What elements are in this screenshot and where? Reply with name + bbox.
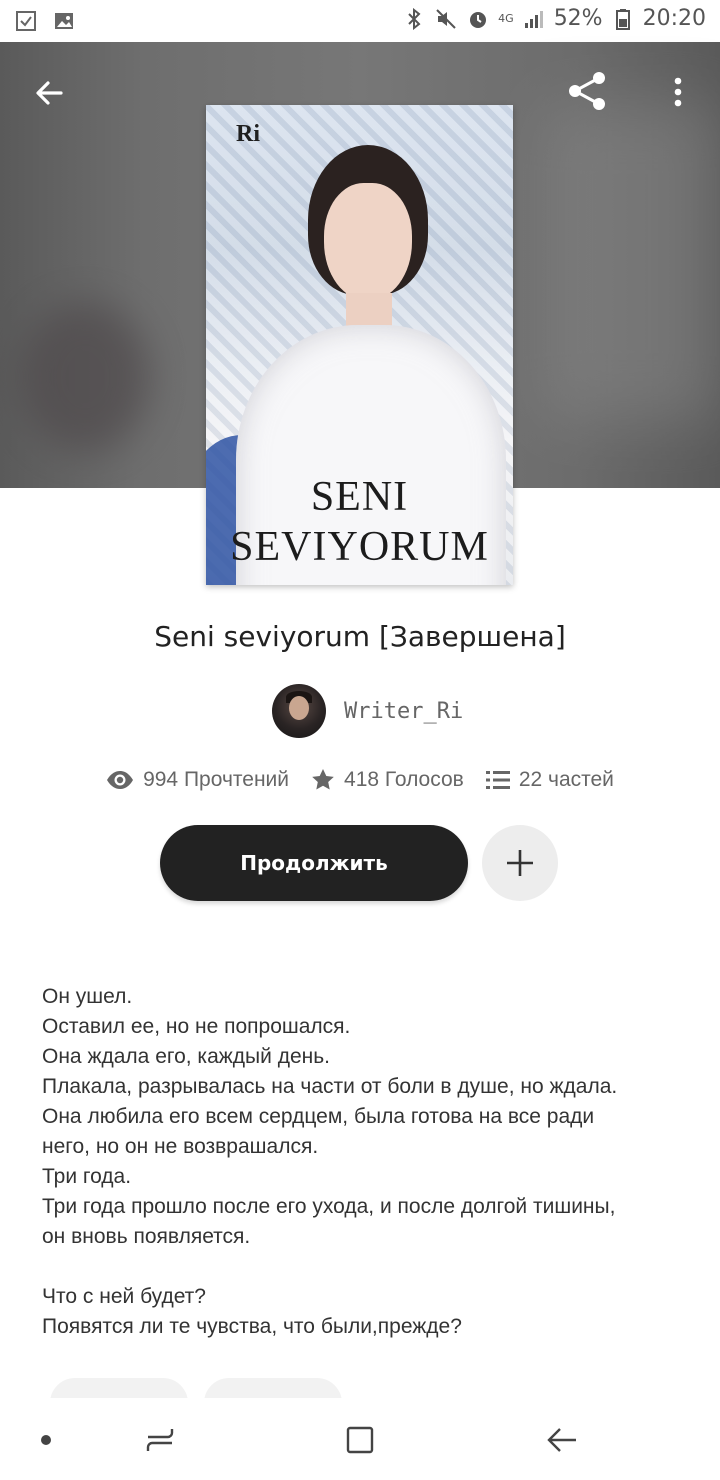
bluetooth-icon xyxy=(402,7,426,31)
description-line: Что с ней будет? xyxy=(42,1285,206,1308)
continue-reading-button[interactable]: Продолжить xyxy=(160,825,468,901)
votes-stat: 418 Голосов xyxy=(311,768,464,792)
signal-icon xyxy=(522,7,546,31)
story-title: Seni seviyorum [Завершена] xyxy=(154,620,566,653)
checklist-icon xyxy=(14,9,38,33)
dot-icon xyxy=(41,1435,51,1445)
cover-title-line2: SEVIYORUM xyxy=(230,524,489,570)
clock: 20:20 xyxy=(642,6,706,31)
more-menu-button[interactable] xyxy=(660,70,696,114)
star-icon xyxy=(312,769,334,790)
back-button[interactable] xyxy=(26,70,72,116)
description-line: он вновь появляется. xyxy=(42,1225,251,1248)
battery-icon xyxy=(611,7,635,31)
battery-percent: 52% xyxy=(553,6,603,31)
author-link[interactable]: Writer_Ri xyxy=(272,684,463,738)
avatar[interactable] xyxy=(272,684,326,738)
home-square-icon xyxy=(346,1426,374,1454)
votes-count: 418 Голосов xyxy=(344,768,464,791)
description-line: него, но он не возврашался. xyxy=(42,1135,319,1158)
share-icon xyxy=(569,72,605,110)
alarm-icon xyxy=(466,7,490,31)
description-line: Появятся ли те чувства, что были,прежде? xyxy=(42,1315,462,1338)
list-icon xyxy=(485,771,510,789)
description-line: Оставил ее, но не попрошался. xyxy=(42,1015,351,1038)
home-button[interactable] xyxy=(338,1416,382,1464)
description-line: Она ждала его, каждый день. xyxy=(42,1045,331,1068)
plus-icon xyxy=(507,850,533,876)
eye-icon xyxy=(107,771,134,789)
description-line: Она любила его всем сердцем, была готова… xyxy=(42,1105,595,1128)
description-line: Плакала, разрывалась на части от боли в … xyxy=(42,1075,618,1098)
back-arrow-icon xyxy=(547,1428,576,1452)
description-line: Три года. xyxy=(42,1165,132,1188)
mute-icon xyxy=(434,7,458,31)
status-bar: 4G 52% 20:20 xyxy=(0,0,720,42)
reads-stat: 994 Прочтений xyxy=(106,768,289,792)
description-line: Три года прошло после его ухода, и после… xyxy=(42,1195,616,1218)
story-stats: 994 Прочтений 418 Голосов 22 частей xyxy=(0,768,720,792)
more-vertical-icon xyxy=(674,77,682,107)
author-name[interactable]: Writer_Ri xyxy=(344,699,463,724)
recent-apps-button[interactable] xyxy=(138,1416,182,1464)
recent-apps-icon xyxy=(146,1429,174,1451)
share-button[interactable] xyxy=(562,66,612,116)
parts-stat[interactable]: 22 частей xyxy=(485,768,614,792)
system-back-button[interactable] xyxy=(540,1416,584,1464)
description-line: Он ушел. xyxy=(42,985,133,1008)
cover-author-mark: Ri xyxy=(236,121,260,147)
story-description: Он ушел. Оставил ее, но не попрошался. О… xyxy=(42,982,682,1342)
story-cover[interactable]: Ri SENI SEVIYORUM xyxy=(206,105,513,585)
network-type: 4G xyxy=(498,12,514,25)
image-icon xyxy=(52,9,76,33)
parts-count[interactable]: 22 частей xyxy=(519,768,614,792)
add-to-library-button[interactable] xyxy=(482,825,558,901)
cover-title-line1: SENI xyxy=(310,474,409,520)
reads-count: 994 Прочтений xyxy=(143,768,290,791)
system-nav-bar xyxy=(0,1398,720,1480)
arrow-left-icon xyxy=(36,81,63,105)
nav-dot-button[interactable] xyxy=(34,1416,58,1464)
